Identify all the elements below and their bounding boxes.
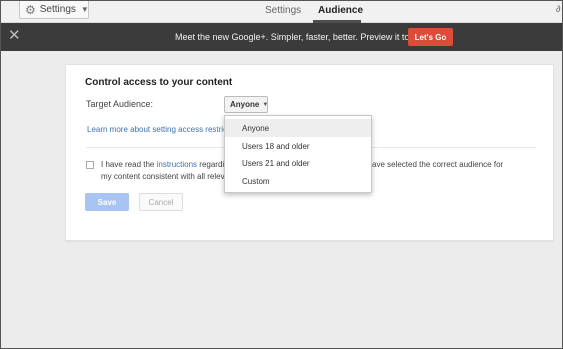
promo-banner: ✕ Meet the new Google+. Simpler, faster,… (1, 23, 562, 51)
learn-more-link[interactable]: Learn more about setting access restrict… (87, 125, 227, 134)
top-bar: ⚙ Settings ▼ Settings Audience ∂ (1, 1, 562, 23)
menu-item-custom[interactable]: Custom (225, 172, 371, 190)
tab-audience[interactable]: Audience (318, 5, 363, 16)
lets-go-button[interactable]: Let's Go (408, 28, 453, 46)
app-window: ⚙ Settings ▼ Settings Audience ∂ ✕ Meet … (0, 0, 563, 349)
menu-item-anyone[interactable]: Anyone (225, 119, 371, 137)
chevron-down-icon: ▼ (262, 101, 269, 108)
consent-prefix: I have read the (101, 160, 157, 169)
cancel-button[interactable]: Cancel (139, 193, 183, 211)
save-button[interactable]: Save (85, 193, 129, 211)
gear-icon: ⚙ (25, 2, 36, 17)
more-icon[interactable]: ∂ (556, 4, 560, 14)
menu-item-users-21[interactable]: Users 21 and older (225, 154, 371, 172)
tab-settings[interactable]: Settings (265, 5, 301, 16)
close-icon[interactable]: ✕ (8, 28, 21, 43)
audience-select[interactable]: Anyone ▼ (224, 96, 268, 113)
banner-message: Meet the new Google+. Simpler, faster, b… (175, 32, 426, 42)
menu-item-users-18[interactable]: Users 18 and older (225, 137, 371, 155)
consent-text: I have read the instructions regardin (101, 160, 229, 169)
target-audience-label: Target Audience: (86, 99, 154, 109)
chevron-down-icon: ▼ (80, 5, 89, 14)
consent-checkbox[interactable] (86, 161, 94, 169)
consent-text-line2: my content consistent with all relev (101, 172, 225, 181)
settings-menu-button[interactable]: ⚙ Settings ▼ (19, 1, 89, 19)
audience-dropdown-menu: Anyone Users 18 and older Users 21 and o… (224, 115, 372, 193)
settings-button-label: Settings (39, 4, 76, 15)
consent-text-continued: ave selected the correct audience for (372, 160, 504, 169)
instructions-link[interactable]: instructions (157, 160, 197, 169)
card-title: Control access to your content (85, 77, 233, 88)
audience-select-value: Anyone (230, 100, 260, 109)
